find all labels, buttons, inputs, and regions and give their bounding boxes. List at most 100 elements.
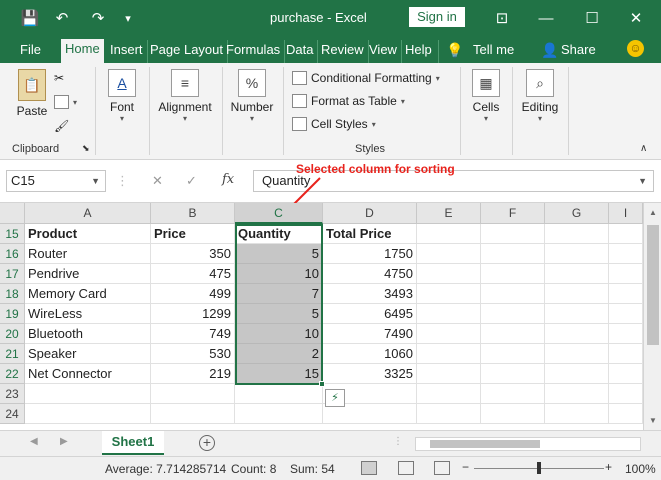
page-layout-view-icon[interactable] [398,461,414,475]
table-cell[interactable]: WireLess [25,304,151,324]
table-cell[interactable]: 219 [151,364,235,384]
table-cell[interactable]: Speaker [25,344,151,364]
editing-button[interactable]: ⌕ Editing ▾ [518,69,562,123]
table-cell[interactable] [609,364,643,384]
table-cell[interactable] [545,224,609,244]
tab-file[interactable]: File [20,40,41,63]
table-cell[interactable] [609,264,643,284]
sign-in-button[interactable]: Sign in [409,7,465,27]
table-cell[interactable] [151,404,235,424]
page-break-view-icon[interactable] [434,461,450,475]
table-cell[interactable]: 4750 [323,264,417,284]
table-cell[interactable]: Router [25,244,151,264]
table-cell[interactable] [609,324,643,344]
column-header-i[interactable]: I [609,203,643,224]
table-cell[interactable] [417,364,481,384]
chevron-down-icon[interactable]: ▼ [91,171,100,191]
clipboard-launcher-icon[interactable]: ⬊ [82,143,90,154]
scroll-down-icon[interactable]: ▼ [644,413,661,429]
save-icon[interactable]: 💾 [16,0,44,36]
row-header[interactable]: 23 [0,384,25,404]
table-cell[interactable] [417,404,481,424]
row-header[interactable]: 24 [0,404,25,424]
lightbulb-icon[interactable]: 💡 [446,40,463,63]
table-cell[interactable]: Price [151,224,235,244]
table-cell[interactable] [481,224,545,244]
table-cell[interactable]: Memory Card [25,284,151,304]
table-cell[interactable]: Pendrive [25,264,151,284]
table-cell[interactable] [417,344,481,364]
tell-me-search[interactable]: Tell me [473,40,514,63]
table-cell[interactable]: 6495 [323,304,417,324]
column-header-a[interactable]: A [25,203,151,224]
close-icon[interactable]: ✕ [616,0,656,36]
maximize-icon[interactable]: ☐ [572,0,612,36]
table-cell[interactable] [609,244,643,264]
horizontal-scrollbar[interactable] [415,437,641,451]
redo-icon[interactable]: ↷ [86,0,110,36]
row-header[interactable]: 18 [0,284,25,304]
table-cell[interactable] [417,284,481,304]
table-cell[interactable] [545,324,609,344]
table-cell[interactable]: 530 [151,344,235,364]
tab-insert[interactable]: Insert [110,40,148,63]
table-cell[interactable]: 350 [151,244,235,264]
table-cell[interactable] [481,264,545,284]
table-cell[interactable] [417,244,481,264]
zoom-slider-thumb[interactable] [537,462,541,474]
table-cell[interactable] [545,244,609,264]
table-cell[interactable] [545,264,609,284]
smiley-feedback-icon[interactable]: ☺ [627,40,644,57]
cells-button[interactable]: ▦ Cells ▾ [467,69,505,123]
table-cell[interactable] [481,344,545,364]
table-cell[interactable] [481,384,545,404]
table-cell[interactable]: 499 [151,284,235,304]
table-cell[interactable] [235,384,323,404]
conditional-formatting-button[interactable]: Conditional Formatting ▾ [292,71,440,85]
share-button[interactable]: Share [561,40,596,63]
add-sheet-icon[interactable]: + [199,435,215,451]
copy-icon[interactable]: ▾ [54,95,77,109]
table-cell[interactable] [609,404,643,424]
table-cell[interactable]: Total Price [323,224,417,244]
table-cell[interactable]: 1060 [323,344,417,364]
horizontal-scroll-thumb[interactable] [430,440,540,448]
table-cell[interactable] [417,324,481,344]
alignment-button[interactable]: ≡ Alignment ▾ [154,69,216,123]
name-box[interactable]: C15 ▼ [6,170,106,192]
tab-data[interactable]: Data [286,40,319,63]
vertical-scrollbar[interactable]: ▲ ▼ [643,203,661,430]
table-cell[interactable] [25,404,151,424]
table-cell[interactable]: 749 [151,324,235,344]
table-cell[interactable] [481,284,545,304]
table-cell[interactable] [323,404,417,424]
table-cell[interactable] [417,384,481,404]
table-cell[interactable] [151,384,235,404]
row-header[interactable]: 19 [0,304,25,324]
customize-toolbar-icon[interactable]: ▾ [120,0,136,36]
zoom-out-icon[interactable]: − [462,460,469,474]
table-cell[interactable] [235,404,323,424]
tab-help[interactable]: Help [405,40,439,63]
scroll-up-icon[interactable]: ▲ [644,205,661,221]
column-header-d[interactable]: D [323,203,417,224]
table-cell[interactable] [481,304,545,324]
table-cell[interactable] [545,304,609,324]
row-header[interactable]: 17 [0,264,25,284]
normal-view-icon[interactable] [361,461,377,475]
format-as-table-button[interactable]: Format as Table ▾ [292,94,405,108]
table-cell[interactable]: 1299 [151,304,235,324]
table-cell[interactable] [545,384,609,404]
collapse-ribbon-icon[interactable]: ∧ [640,143,647,154]
table-cell[interactable]: 3325 [323,364,417,384]
row-header[interactable]: 22 [0,364,25,384]
tab-home[interactable]: Home [61,39,104,64]
table-cell[interactable]: 1750 [323,244,417,264]
table-cell[interactable] [481,324,545,344]
tab-review[interactable]: Review [321,40,369,63]
row-header[interactable]: 21 [0,344,25,364]
table-cell[interactable] [609,284,643,304]
tab-formulas[interactable]: Formulas [226,40,286,63]
column-header-b[interactable]: B [151,203,235,224]
table-cell[interactable] [25,384,151,404]
